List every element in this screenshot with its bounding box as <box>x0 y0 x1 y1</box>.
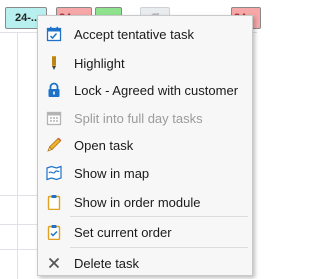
menu-item-label: Lock - Agreed with customer <box>74 82 239 98</box>
menu-item-open-task[interactable]: Open task <box>38 131 252 159</box>
context-menu: Accept tentative task Highlight Lock - A… <box>37 15 253 276</box>
map-icon <box>46 165 62 181</box>
grid-line <box>0 224 37 225</box>
lock-icon <box>46 82 62 98</box>
menu-item-show-in-order-module[interactable]: Show in order module <box>38 188 252 216</box>
highlighter-icon <box>46 55 62 71</box>
menu-item-set-current-order[interactable]: Set current order <box>38 218 252 246</box>
menu-item-label: Highlight <box>74 55 125 71</box>
menu-item-accept-tentative-task[interactable]: Accept tentative task <box>38 20 252 48</box>
menu-item-label: Split into full day tasks <box>74 110 203 126</box>
menu-item-split-into-full-day-tasks[interactable]: Split into full day tasks <box>38 104 252 132</box>
menu-item-label: Set current order <box>74 224 172 240</box>
clipboard-icon <box>46 194 62 210</box>
grid-line <box>17 32 18 279</box>
menu-item-highlight[interactable]: Highlight <box>38 49 252 77</box>
menu-item-show-in-map[interactable]: Show in map <box>38 159 252 187</box>
menu-item-label: Accept tentative task <box>74 26 194 42</box>
grid-line <box>0 249 37 250</box>
calendar-accept-icon <box>46 26 62 42</box>
menu-separator <box>70 247 248 248</box>
grid-line <box>0 195 37 196</box>
menu-separator <box>70 216 248 217</box>
menu-item-lock[interactable]: Lock - Agreed with customer <box>38 76 252 104</box>
close-icon <box>46 255 62 271</box>
pencil-icon <box>46 137 62 153</box>
menu-item-delete-task[interactable]: Delete task <box>38 249 252 277</box>
clipboard-check-icon <box>46 224 62 240</box>
menu-item-label: Delete task <box>74 255 140 271</box>
split-calendar-icon <box>46 110 62 126</box>
menu-item-label: Open task <box>74 137 134 153</box>
menu-item-label: Show in order module <box>74 194 201 210</box>
menu-item-label: Show in map <box>74 165 150 181</box>
